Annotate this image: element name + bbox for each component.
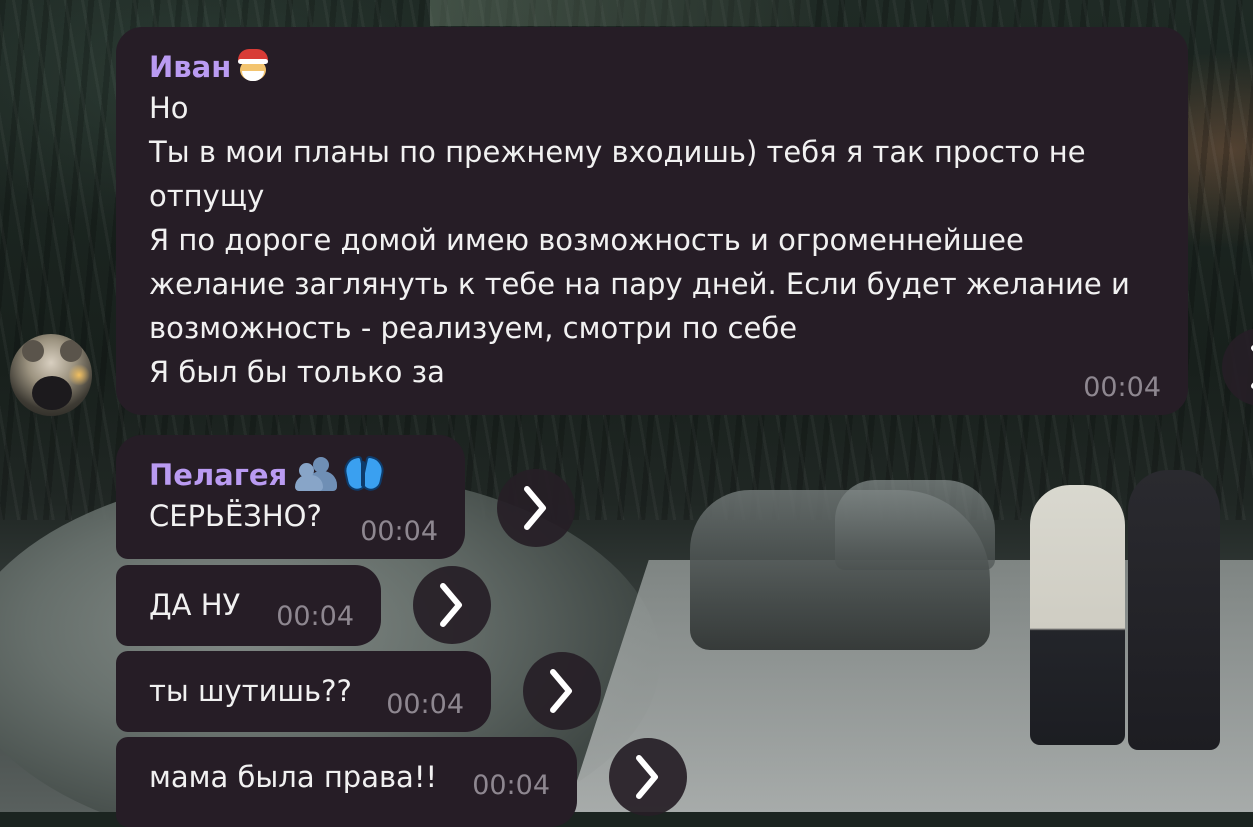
message-time: 00:04 bbox=[472, 770, 550, 801]
message-line: возможность - реализуем, смотри по себе bbox=[149, 311, 798, 345]
message-line: желание заглянуть к тебе на пару дней. Е… bbox=[149, 267, 1130, 301]
avatar-face bbox=[32, 376, 72, 410]
message-time: 00:04 bbox=[360, 516, 438, 547]
avatar-light bbox=[68, 364, 90, 386]
wallpaper-light bbox=[430, 0, 810, 26]
message-bubble[interactable]: ДА НУ 00:04 bbox=[116, 565, 381, 646]
message-line: Я по дороге домой имею возможность и огр… bbox=[149, 223, 1024, 257]
message-line: отпущу bbox=[149, 179, 265, 213]
message-time: 00:04 bbox=[1083, 372, 1161, 403]
forward-button[interactable] bbox=[413, 566, 491, 644]
forward-button[interactable] bbox=[497, 469, 575, 547]
butterfly-icon bbox=[341, 455, 387, 493]
forward-button[interactable] bbox=[609, 738, 687, 816]
people-hugging-icon bbox=[295, 455, 339, 491]
message-time: 00:04 bbox=[276, 601, 354, 632]
chevron-right-icon bbox=[1251, 345, 1253, 389]
santa-emoji-icon bbox=[235, 47, 269, 81]
wallpaper-person bbox=[1030, 485, 1125, 745]
wallpaper-person bbox=[1128, 470, 1220, 750]
message-line: Ты в мои планы по прежнему входишь) тебя… bbox=[149, 135, 1086, 169]
sender-name[interactable]: Пелагея bbox=[149, 455, 465, 494]
avatar-ear bbox=[22, 340, 44, 362]
message-bubble-ivan[interactable]: Иван Но Ты в мои планы по прежнему входи… bbox=[116, 27, 1188, 415]
message-bubble[interactable]: ты шутишь?? 00:04 bbox=[116, 651, 491, 732]
chevron-right-icon bbox=[440, 583, 462, 627]
avatar-ear bbox=[60, 340, 82, 362]
sender-name[interactable]: Иван bbox=[149, 47, 1188, 86]
user-avatar[interactable] bbox=[10, 334, 92, 416]
message-line: Я был бы только за bbox=[149, 355, 445, 389]
wallpaper-car-roof bbox=[835, 480, 995, 570]
message-time: 00:04 bbox=[386, 689, 464, 720]
message-bubble[interactable]: мама была права!! 00:04 bbox=[116, 737, 577, 827]
chevron-right-icon bbox=[636, 755, 658, 799]
message-line: Но bbox=[149, 91, 189, 125]
chevron-right-icon bbox=[524, 486, 546, 530]
message-bubble-pelageya[interactable]: Пелагея СЕРЬЁЗНО? 00:04 bbox=[116, 435, 465, 559]
forward-button[interactable] bbox=[523, 652, 601, 730]
chevron-right-icon bbox=[550, 669, 572, 713]
